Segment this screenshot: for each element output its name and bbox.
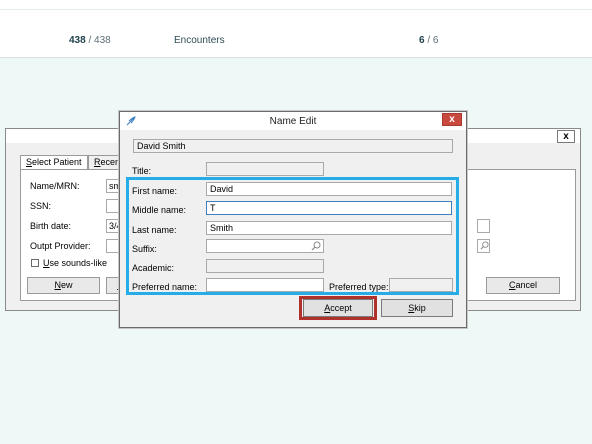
ssn-label: SSN: [30,201,52,211]
outpt-provider-lookup[interactable] [477,239,490,253]
new-button[interactable]: New [27,277,100,294]
birth-date-label: Birth date: [30,221,72,231]
accept-button-highlight [299,296,377,320]
name-edit-titlebar: Name Edit x [120,112,466,130]
birth-date-extra-input[interactable] [477,219,490,233]
name-fields-highlight [126,177,459,295]
header-divider [0,9,592,10]
name-edit-close-button[interactable]: x [442,113,462,126]
use-sounds-like-label: Use sounds-like [43,258,108,268]
encounters-label[interactable]: Encounters [174,35,225,46]
name-edit-title: Name Edit [269,116,317,127]
records-counter: 438 / 438 [69,35,111,46]
top-header: 438 / 438 Encounters 6 / 6 [0,0,592,58]
select-patient-close-button[interactable]: x [557,130,575,143]
encounters-counter: 6 / 6 [419,35,439,46]
name-edit-dialog: Name Edit x David Smith Title: First nam… [119,111,467,328]
title-label: Title: [132,166,152,176]
outpt-provider-label: Outpt Provider: [30,241,91,251]
name-mrn-label: Name/MRN: [30,181,80,191]
tab-select-patient[interactable]: Select Patient [20,155,88,170]
title-input[interactable] [206,162,324,176]
use-sounds-like-checkbox[interactable] [31,259,39,267]
skip-button[interactable]: Skip [381,299,453,317]
search-icon [480,241,489,250]
full-name-display: David Smith [133,139,453,153]
cancel-button[interactable]: Cancel [486,277,560,294]
